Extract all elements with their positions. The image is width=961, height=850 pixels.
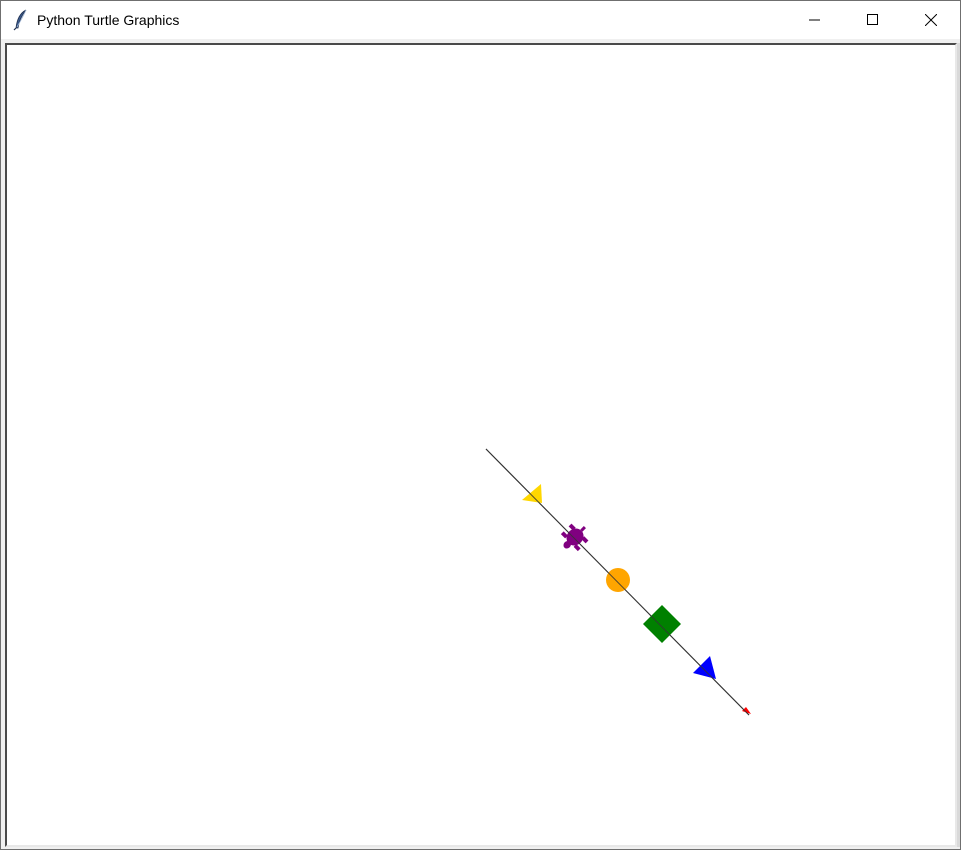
canvas-scroll-edge (957, 43, 960, 847)
close-button[interactable] (902, 1, 960, 39)
green-square-turtle (643, 605, 681, 643)
maximize-icon (867, 14, 878, 25)
yellow-triangle-turtle (522, 484, 542, 503)
turtle-canvas-area[interactable] (5, 43, 957, 847)
title-bar[interactable]: Python Turtle Graphics (1, 1, 960, 39)
blue-triangle-turtle (693, 656, 716, 679)
purple-turtle-turtle (560, 523, 589, 552)
minimize-icon (809, 19, 820, 21)
maximize-button[interactable] (844, 1, 902, 39)
turtle-window: Python Turtle Graphics (0, 0, 961, 850)
orange-circle-turtle (606, 568, 630, 592)
close-icon (925, 14, 937, 26)
turtle-canvas[interactable] (7, 45, 955, 845)
turtle-path-line-overlay (485, 448, 750, 716)
window-title: Python Turtle Graphics (37, 12, 180, 28)
feather-icon (11, 9, 31, 31)
minimize-button[interactable] (786, 1, 844, 39)
